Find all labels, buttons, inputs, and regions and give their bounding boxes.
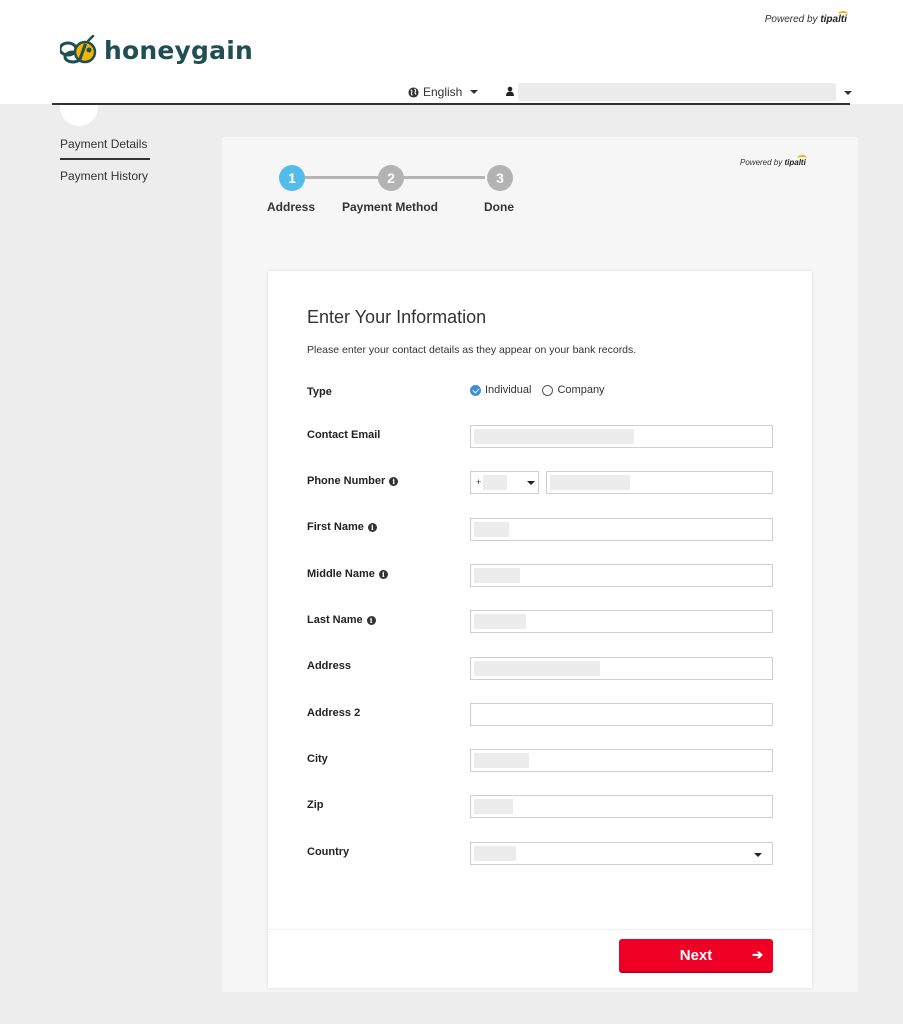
phone-number-label: Phone Number i bbox=[307, 475, 399, 487]
redacted-value bbox=[474, 846, 516, 861]
step-3-circle: 3 bbox=[487, 165, 513, 191]
progress-stepper: 1 2 3 Address Payment Method Done bbox=[262, 163, 542, 223]
top-bar: Powered by tipalti honeygain English bbox=[0, 0, 903, 104]
nav-payment-details[interactable]: Payment Details bbox=[60, 137, 150, 160]
contact-email-label: Contact Email bbox=[307, 429, 381, 441]
globe-icon bbox=[408, 86, 419, 98]
redacted-value bbox=[474, 429, 634, 444]
info-icon[interactable]: i bbox=[389, 476, 399, 486]
redacted-value bbox=[474, 614, 526, 629]
redacted-value bbox=[474, 661, 600, 676]
step-2-circle: 2 bbox=[378, 165, 404, 191]
redacted-value bbox=[474, 799, 513, 814]
zip-input[interactable] bbox=[470, 795, 773, 818]
form-subtitle: Please enter your contact details as the… bbox=[307, 344, 637, 356]
next-button[interactable]: Next ➔ bbox=[619, 939, 773, 973]
radio-company[interactable] bbox=[542, 384, 554, 396]
chevron-down-icon bbox=[470, 90, 479, 94]
first-name-label: First Name i bbox=[307, 521, 377, 533]
country-label: Country bbox=[307, 846, 350, 858]
middle-name-input[interactable] bbox=[470, 564, 773, 587]
redacted-value bbox=[474, 522, 509, 537]
step-connector bbox=[403, 176, 485, 179]
language-label: English bbox=[423, 85, 463, 99]
radio-individual[interactable] bbox=[470, 384, 481, 396]
user-account-field[interactable] bbox=[518, 83, 836, 101]
arrow-right-icon: ➔ bbox=[752, 947, 763, 962]
radio-individual-label[interactable]: Individual bbox=[485, 384, 531, 396]
zip-label: Zip bbox=[307, 799, 324, 811]
contact-email-input[interactable] bbox=[470, 425, 773, 448]
bee-logo-icon bbox=[60, 35, 97, 64]
step-connector bbox=[305, 176, 383, 179]
chevron-down-icon bbox=[754, 853, 762, 857]
redacted-value bbox=[474, 753, 529, 768]
panel-powered-by-tipalti: Powered by tipalti bbox=[740, 158, 806, 167]
info-icon[interactable]: i bbox=[366, 615, 376, 625]
user-icon bbox=[506, 86, 514, 96]
step-3-label: Done bbox=[484, 200, 514, 214]
nav-payment-history[interactable]: Payment History bbox=[60, 169, 150, 189]
redacted-value bbox=[550, 475, 630, 490]
address-input[interactable] bbox=[470, 657, 773, 680]
step-2-label: Payment Method bbox=[342, 200, 439, 214]
form-footer: Next ➔ bbox=[268, 929, 812, 988]
middle-name-label: Middle Name i bbox=[307, 568, 388, 580]
first-name-input[interactable] bbox=[470, 518, 773, 541]
address2-input[interactable] bbox=[470, 703, 773, 726]
user-menu-chevron-icon[interactable] bbox=[844, 91, 852, 95]
chevron-down-icon bbox=[527, 481, 535, 485]
country-select[interactable] bbox=[470, 842, 773, 865]
city-input[interactable] bbox=[470, 749, 773, 772]
logo-wordmark: honeygain bbox=[104, 35, 253, 65]
information-form-card: Enter Your Information Please enter your… bbox=[268, 271, 812, 988]
address-label: Address bbox=[307, 660, 352, 672]
radio-company-label[interactable]: Company bbox=[557, 384, 604, 396]
honeygain-logo[interactable]: honeygain bbox=[60, 32, 253, 68]
redacted-value bbox=[474, 568, 520, 583]
type-radio-group: Individual Company bbox=[470, 384, 605, 396]
step-1-circle: 1 bbox=[279, 165, 305, 191]
powered-by-tipalti: Powered by tipalti bbox=[764, 14, 847, 25]
address2-label: Address 2 bbox=[307, 707, 361, 719]
city-label: City bbox=[307, 753, 328, 765]
side-navigation: Payment Details Payment History bbox=[60, 137, 150, 189]
info-icon[interactable]: i bbox=[367, 522, 377, 532]
last-name-input[interactable] bbox=[470, 610, 773, 633]
redacted-value bbox=[483, 475, 507, 490]
form-title: Enter Your Information bbox=[307, 307, 487, 327]
last-name-label: Last Name i bbox=[307, 614, 376, 626]
step-1-label: Address bbox=[267, 200, 316, 214]
header-divider bbox=[52, 103, 850, 105]
phone-country-code-select[interactable]: + bbox=[470, 471, 539, 494]
info-icon[interactable]: i bbox=[378, 569, 388, 579]
type-label: Type bbox=[307, 386, 332, 398]
phone-number-input[interactable] bbox=[546, 471, 773, 494]
language-selector[interactable]: English bbox=[408, 85, 479, 99]
